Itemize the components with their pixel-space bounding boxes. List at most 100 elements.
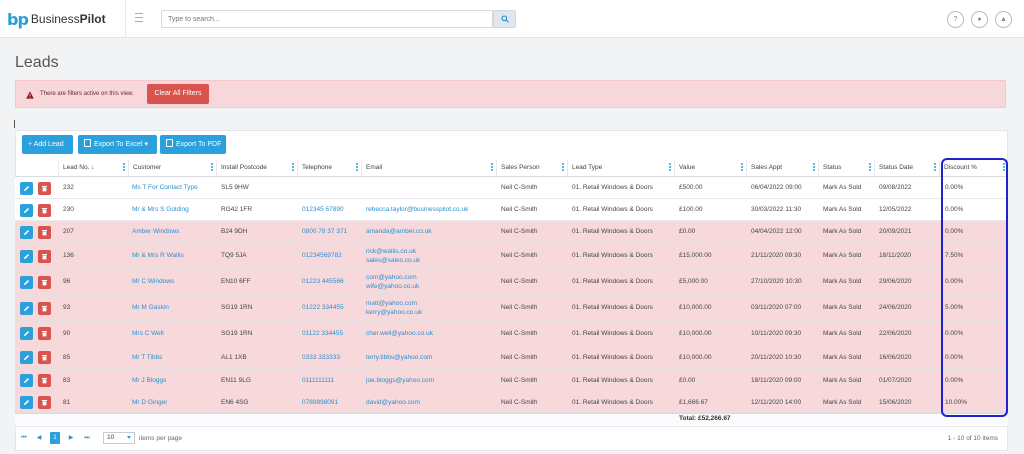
email-line[interactable]: matt@yahoo.com bbox=[366, 299, 422, 308]
cell-telephone[interactable]: 012345 67890 bbox=[302, 206, 344, 213]
column-menu-icon[interactable] bbox=[741, 163, 743, 172]
last-page-icon[interactable]: ⏭ bbox=[82, 432, 92, 444]
cell-customer[interactable]: Mr D Ginger bbox=[132, 399, 167, 406]
column-menu-icon[interactable] bbox=[562, 163, 564, 172]
edit-button[interactable] bbox=[20, 203, 33, 217]
help-icon[interactable]: ? bbox=[947, 11, 964, 28]
menu-toggle-icon[interactable] bbox=[135, 13, 143, 23]
cell-customer[interactable]: Mr & Mrs R Wallis bbox=[132, 252, 184, 259]
col-header-customer[interactable]: Customer bbox=[129, 160, 217, 176]
cell-customer[interactable]: Mr C Windows bbox=[132, 278, 174, 285]
edit-button[interactable] bbox=[20, 396, 33, 409]
delete-button[interactable] bbox=[38, 275, 51, 289]
cell-customer[interactable]: Mr & Mrs S Golding bbox=[132, 206, 189, 213]
delete-button[interactable] bbox=[38, 301, 51, 315]
cell-email[interactable]: rick@wallis.co.uk sales@sales.co.uk bbox=[366, 247, 420, 265]
delete-button[interactable] bbox=[38, 396, 51, 409]
edit-button[interactable] bbox=[20, 249, 33, 263]
cell-email[interactable]: com@yahoo.com wife@yahoo.co.uk bbox=[366, 273, 419, 291]
cell-email[interactable]: amanda@amber.co.uk bbox=[366, 228, 432, 235]
cell-email[interactable]: david@yahoo.com bbox=[366, 399, 420, 406]
cell-telephone[interactable]: 01223 445566 bbox=[302, 278, 344, 285]
email-line-2[interactable]: kerry@yahoo.co.uk bbox=[366, 308, 422, 317]
edit-button[interactable] bbox=[20, 275, 33, 289]
col-header-status-date[interactable]: Status Date bbox=[875, 160, 940, 176]
cell-customer[interactable]: Mrs C Well bbox=[132, 330, 164, 337]
column-menu-icon[interactable] bbox=[123, 163, 125, 172]
user-icon[interactable]: ● bbox=[971, 11, 988, 28]
column-menu-icon[interactable] bbox=[356, 163, 358, 172]
edit-button[interactable] bbox=[20, 301, 33, 315]
col-header-sales-appt[interactable]: Sales Appt bbox=[747, 160, 819, 176]
column-menu-icon[interactable] bbox=[491, 163, 493, 172]
items-per-page-select[interactable]: 10 bbox=[103, 432, 135, 444]
column-menu-icon[interactable] bbox=[292, 163, 294, 172]
col-header-label: Status bbox=[823, 164, 842, 171]
column-menu-icon[interactable] bbox=[669, 163, 671, 172]
cell-telephone[interactable]: 01222 334455 bbox=[302, 304, 344, 311]
first-page-icon[interactable]: ⏮ bbox=[19, 432, 29, 444]
bell-icon[interactable]: ▲ bbox=[995, 11, 1012, 28]
cell-email[interactable]: matt@yahoo.com kerry@yahoo.co.uk bbox=[366, 299, 422, 317]
cell-email[interactable]: rebecca.taylor@businesspilot.co.uk bbox=[366, 206, 468, 213]
cell-telephone[interactable]: 01122 334455 bbox=[302, 330, 343, 337]
export-excel-button[interactable]: Export To Excel ▾ bbox=[78, 135, 157, 154]
prev-page-icon[interactable]: ◀ bbox=[34, 432, 44, 444]
email-line-2[interactable]: wife@yahoo.co.uk bbox=[366, 282, 419, 291]
col-header-lead-no[interactable]: Lead No. ↓ bbox=[59, 160, 129, 176]
column-menu-icon[interactable] bbox=[211, 163, 213, 172]
cell-telephone[interactable]: 0789898091 bbox=[302, 399, 338, 406]
delete-button[interactable] bbox=[38, 225, 51, 239]
col-header-sales-person[interactable]: Sales Person bbox=[497, 160, 568, 176]
cell-customer[interactable]: Ms T For Contact Type bbox=[132, 184, 198, 191]
next-page-icon[interactable]: ▶ bbox=[66, 432, 76, 444]
cell-telephone[interactable]: 0800 78 37 371 bbox=[302, 228, 347, 235]
cell-telephone[interactable]: 0333 333333 bbox=[302, 354, 340, 361]
export-pdf-button[interactable]: Export To PDF bbox=[160, 135, 226, 154]
edit-button[interactable] bbox=[20, 374, 33, 387]
search-input[interactable] bbox=[161, 10, 493, 28]
cell-telephone[interactable]: 0111111111 bbox=[302, 377, 334, 384]
cell-customer[interactable]: Mr J Bloggs bbox=[132, 377, 166, 384]
cell-lead-type: 01. Retail Windows & Doors bbox=[572, 252, 653, 259]
cell-email[interactable]: cher.well@yahoo.co.uk bbox=[366, 330, 433, 337]
edit-button[interactable] bbox=[20, 327, 33, 340]
delete-button[interactable] bbox=[38, 249, 51, 263]
search-button[interactable] bbox=[493, 10, 516, 28]
email-line[interactable]: com@yahoo.com bbox=[366, 273, 419, 282]
email-line-2[interactable]: sales@sales.co.uk bbox=[366, 256, 420, 265]
edit-button[interactable] bbox=[20, 181, 33, 195]
businesspilot-logo[interactable]: bp BusinessPilot bbox=[7, 9, 106, 29]
delete-button[interactable] bbox=[38, 374, 51, 387]
email-line[interactable]: rick@wallis.co.uk bbox=[366, 247, 420, 256]
delete-button[interactable] bbox=[38, 351, 51, 364]
page-1-button[interactable]: 1 bbox=[50, 432, 60, 444]
cell-email[interactable]: joe.bloggs@yahoo.com bbox=[366, 377, 434, 384]
col-header-telephone[interactable]: Telephone bbox=[298, 160, 362, 176]
delete-button[interactable] bbox=[38, 327, 51, 340]
cell-telephone[interactable]: 01234569782 bbox=[302, 252, 342, 259]
col-header-label: Install Postcode bbox=[221, 164, 267, 171]
col-header-status[interactable]: Status bbox=[819, 160, 875, 176]
column-menu-icon[interactable] bbox=[934, 163, 936, 172]
delete-button[interactable] bbox=[38, 203, 51, 217]
pager-summary: 1 - 10 of 10 items bbox=[947, 435, 998, 442]
add-lead-button[interactable]: + Add Lead bbox=[22, 135, 73, 154]
cell-email[interactable]: terry.tibbs@yahoo.com bbox=[366, 354, 432, 361]
edit-button[interactable] bbox=[20, 351, 33, 364]
cell-customer[interactable]: Mr T Tibbs bbox=[132, 354, 162, 361]
cell-customer[interactable]: Mr M Gaskin bbox=[132, 304, 169, 311]
delete-button[interactable] bbox=[38, 181, 51, 195]
clear-all-filters-button[interactable]: Clear All Filters bbox=[147, 84, 209, 104]
col-header-email[interactable]: Email bbox=[362, 160, 497, 176]
cell-customer[interactable]: Amber Windows bbox=[132, 228, 179, 235]
totals-row bbox=[15, 413, 1008, 425]
col-header-lead-type[interactable]: Lead Type bbox=[568, 160, 675, 176]
col-header-install-postcode[interactable]: Install Postcode bbox=[217, 160, 298, 176]
cell-sales-person: Neil C-Smith bbox=[501, 228, 538, 235]
col-header-value[interactable]: Value bbox=[675, 160, 747, 176]
edit-button[interactable] bbox=[20, 225, 33, 239]
cell-sales-person: Neil C-Smith bbox=[501, 184, 538, 191]
column-menu-icon[interactable] bbox=[869, 163, 871, 172]
column-menu-icon[interactable] bbox=[813, 163, 815, 172]
